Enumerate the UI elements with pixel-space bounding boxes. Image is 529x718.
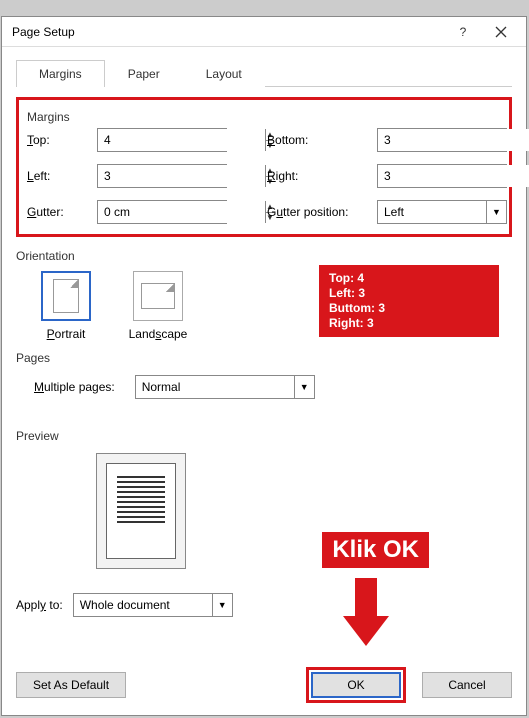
right-label: Right: [267, 169, 377, 183]
top-spinner[interactable]: ▲▼ [97, 128, 227, 152]
ok-highlight: OK [306, 667, 406, 703]
apply-to-select[interactable]: Whole document ▼ [73, 593, 233, 617]
dialog-footer: Set As Default OK Cancel [16, 667, 512, 703]
bottom-input[interactable] [378, 129, 529, 151]
tabstrip: Margins Paper Layout [16, 59, 512, 87]
landscape-label: Landscape [129, 327, 188, 341]
right-input[interactable] [378, 165, 529, 187]
gutter-spinner[interactable]: ▲▼ [97, 200, 227, 224]
orientation-portrait[interactable]: Portrait [34, 271, 98, 341]
chevron-down-icon: ▼ [212, 594, 232, 616]
portrait-label: Portrait [47, 327, 86, 341]
top-input[interactable] [98, 129, 265, 151]
top-label: Top: [27, 133, 97, 147]
orientation-group-label: Orientation [16, 249, 512, 263]
pages-group-label: Pages [16, 351, 512, 365]
right-spinner[interactable]: ▲▼ [377, 164, 507, 188]
left-label: Left: [27, 169, 97, 183]
page-setup-dialog: Page Setup ? Margins Paper Layout Margin… [1, 16, 527, 716]
multiple-pages-label: Multiple pages: [34, 380, 115, 394]
dialog-title: Page Setup [12, 25, 444, 39]
preview-group-label: Preview [16, 429, 512, 443]
chevron-down-icon: ▼ [294, 376, 314, 398]
ok-button[interactable]: OK [311, 672, 401, 698]
margins-group-label: Margins [27, 110, 501, 124]
preview-page-icon [106, 463, 176, 559]
annotation-klik-ok: Klik OK [322, 532, 429, 568]
chevron-down-icon: ▼ [486, 201, 506, 223]
apply-to-label: Apply to: [16, 598, 63, 612]
gutter-label: Gutter: [27, 205, 97, 219]
gutter-position-value: Left [378, 201, 486, 223]
tab-layout[interactable]: Layout [183, 60, 265, 87]
gutter-input[interactable] [98, 201, 265, 223]
gutter-position-label: Gutter position: [267, 205, 377, 219]
orientation-landscape[interactable]: Landscape [126, 271, 190, 341]
preview-area [96, 453, 186, 569]
page-portrait-icon [53, 279, 79, 313]
multiple-pages-value: Normal [136, 376, 294, 398]
gutter-position-select[interactable]: Left ▼ [377, 200, 507, 224]
set-as-default-button[interactable]: Set As Default [16, 672, 126, 698]
close-icon [495, 26, 507, 38]
multiple-pages-select[interactable]: Normal ▼ [135, 375, 315, 399]
bottom-label: Bottom: [267, 133, 377, 147]
titlebar: Page Setup ? [2, 17, 526, 47]
cancel-button[interactable]: Cancel [422, 672, 512, 698]
tab-margins[interactable]: Margins [16, 60, 105, 87]
page-landscape-icon [141, 283, 175, 309]
annotation-arrow-icon [343, 578, 389, 650]
apply-to-value: Whole document [74, 594, 212, 616]
close-button[interactable] [482, 18, 520, 46]
left-spinner[interactable]: ▲▼ [97, 164, 227, 188]
annotation-summary: Top: 4 Left: 3 Buttom: 3 Right: 3 [319, 265, 499, 337]
margins-group-highlight: Margins Top: ▲▼ Bottom: ▲▼ Left: [16, 97, 512, 237]
help-button[interactable]: ? [444, 18, 482, 46]
left-input[interactable] [98, 165, 265, 187]
bottom-spinner[interactable]: ▲▼ [377, 128, 507, 152]
tab-paper[interactable]: Paper [105, 60, 183, 87]
